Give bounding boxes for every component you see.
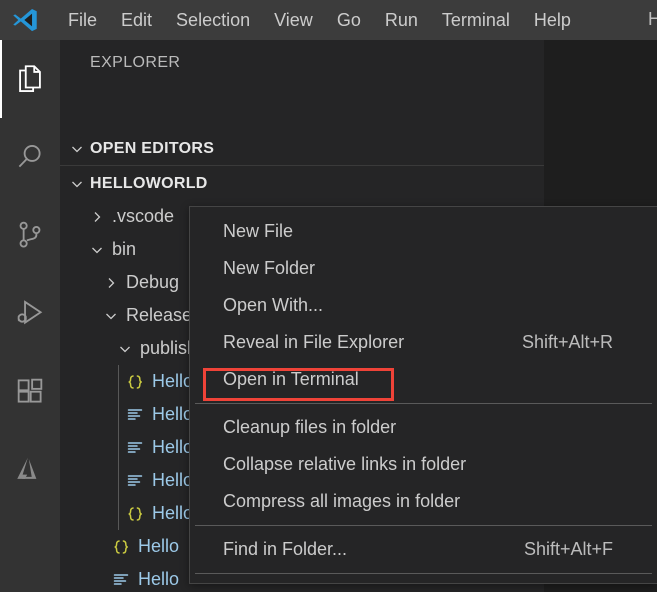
context-menu: New File New Folder Open With... Reveal … xyxy=(189,206,657,584)
tree-label: bin xyxy=(112,239,137,259)
vscode-window: File Edit Selection View Go Run Terminal… xyxy=(0,0,657,592)
window-title: H xyxy=(648,9,657,29)
json-icon xyxy=(108,537,134,557)
context-menu-item-shortcut: Shift+Alt+F xyxy=(523,539,613,559)
json-icon xyxy=(122,504,148,524)
tree-label: Debug xyxy=(126,272,180,292)
menu-item-run[interactable]: Run xyxy=(373,6,430,35)
activity-item-search[interactable] xyxy=(0,118,60,196)
chevron-right-icon xyxy=(100,275,122,291)
menu-item-view[interactable]: View xyxy=(262,6,325,35)
search-icon xyxy=(13,140,47,174)
tree-label: Hello xyxy=(152,470,194,490)
tree-label: Hello xyxy=(138,536,180,556)
activity-item-run-debug[interactable] xyxy=(0,274,60,352)
extensions-icon xyxy=(13,374,47,408)
context-menu-item-label: Open With... xyxy=(223,295,324,315)
vscode-logo-icon xyxy=(8,3,42,37)
context-menu-item-collapse-relative-links-in-folder[interactable]: Collapse relative links in folder xyxy=(190,446,657,483)
menu-bar: File Edit Selection View Go Run Terminal… xyxy=(56,6,583,35)
section-open-editors-label: OPEN EDITORS xyxy=(90,140,215,157)
source-control-icon xyxy=(13,218,47,252)
section-helloworld-label: HELLOWORLD xyxy=(90,175,208,192)
context-menu-separator xyxy=(195,573,652,574)
context-menu-item-new-folder[interactable]: New Folder xyxy=(190,250,657,287)
tree-label: .vscode xyxy=(112,206,175,226)
lines-icon xyxy=(122,405,148,425)
context-menu-item-label: Collapse relative links in folder xyxy=(223,454,467,474)
menu-item-help[interactable]: Help xyxy=(522,6,583,35)
context-menu-item-compress-all-images-in-folder[interactable]: Compress all images in folder xyxy=(190,483,657,520)
chevron-down-icon xyxy=(64,176,90,192)
context-menu-separator xyxy=(195,403,652,404)
activity-item-extensions[interactable] xyxy=(0,352,60,430)
chevron-right-icon xyxy=(86,209,108,225)
context-menu-item-label: Open in Terminal xyxy=(223,369,359,389)
section-helloworld[interactable]: HELLOWORLD xyxy=(60,169,544,199)
context-menu-separator xyxy=(195,525,652,526)
lines-icon xyxy=(108,570,134,590)
section-divider xyxy=(60,165,544,166)
menu-item-edit[interactable]: Edit xyxy=(109,6,164,35)
json-icon xyxy=(122,372,148,392)
explorer-title: EXPLORER xyxy=(90,54,181,71)
chevron-down-icon xyxy=(64,141,90,157)
context-menu-item-open-with[interactable]: Open With... xyxy=(190,287,657,324)
context-menu-item-shortcut: Shift+Alt+R xyxy=(521,332,613,352)
chevron-down-icon xyxy=(100,308,122,324)
files-icon xyxy=(13,62,47,96)
context-menu-item-label: New File xyxy=(223,221,294,241)
section-open-editors[interactable]: OPEN EDITORS xyxy=(60,134,544,164)
menu-item-file[interactable]: File xyxy=(56,6,109,35)
tree-label: Hello xyxy=(152,404,194,424)
activity-item-azure[interactable] xyxy=(0,430,60,508)
title-bar: File Edit Selection View Go Run Terminal… xyxy=(0,0,657,40)
azure-icon xyxy=(13,452,47,486)
context-menu-item-cleanup-files-in-folder[interactable]: Cleanup files in folder xyxy=(190,409,657,446)
activity-item-explorer[interactable] xyxy=(0,40,60,118)
context-menu-item-label: Find in Folder... xyxy=(223,539,348,559)
context-menu-item-label: Compress all images in folder xyxy=(223,491,461,511)
context-menu-item-find-in-folder[interactable]: Find in Folder... Shift+Alt+F xyxy=(190,531,657,568)
context-menu-item-label: New Folder xyxy=(223,258,316,278)
chevron-down-icon xyxy=(114,341,136,357)
tree-label: Hello xyxy=(152,503,194,523)
lines-icon xyxy=(122,438,148,458)
menu-item-selection[interactable]: Selection xyxy=(164,6,262,35)
lines-icon xyxy=(122,471,148,491)
menu-item-go[interactable]: Go xyxy=(325,6,373,35)
context-menu-item-open-in-terminal[interactable]: Open in Terminal xyxy=(190,361,657,398)
activity-item-source-control[interactable] xyxy=(0,196,60,274)
run-debug-icon xyxy=(13,296,47,330)
tree-label: Release xyxy=(126,305,193,325)
menu-item-terminal[interactable]: Terminal xyxy=(430,6,522,35)
tree-label: Hello xyxy=(152,371,194,391)
chevron-down-icon xyxy=(86,242,108,258)
context-menu-item-new-file[interactable]: New File xyxy=(190,213,657,250)
activity-bar xyxy=(0,40,60,592)
context-menu-item-label: Reveal in File Explorer xyxy=(223,332,405,352)
tree-label: Hello xyxy=(152,437,194,457)
context-menu-item-reveal-in-file-explorer[interactable]: Reveal in File Explorer Shift+Alt+R xyxy=(190,324,657,361)
tree-label: Hello xyxy=(138,569,180,589)
context-menu-item-label: Cleanup files in folder xyxy=(223,417,397,437)
